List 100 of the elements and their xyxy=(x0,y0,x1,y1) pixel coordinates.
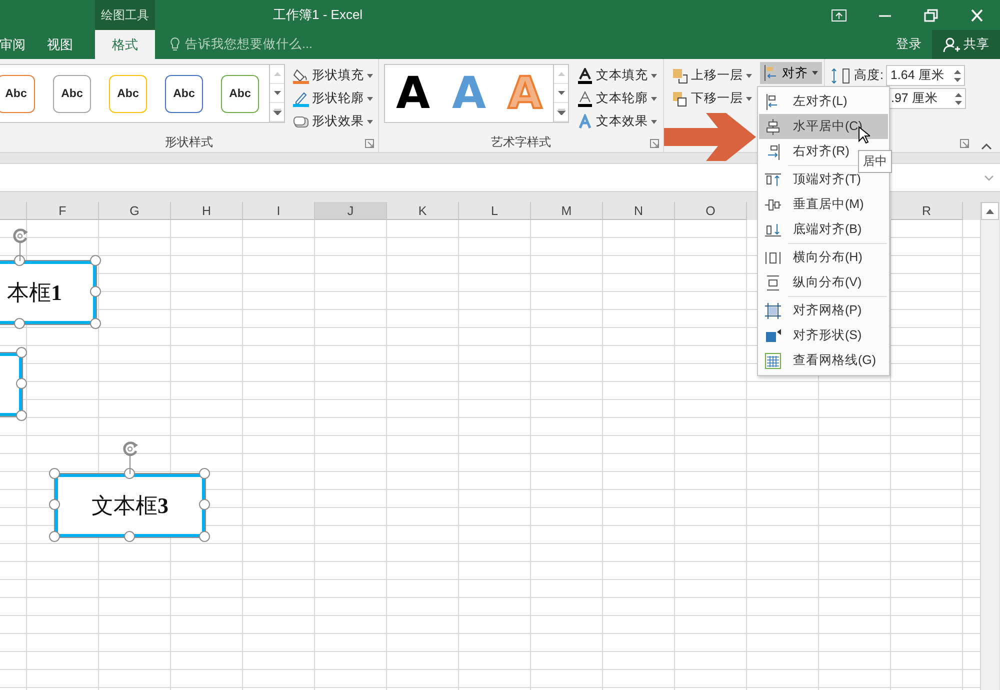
resize-handle[interactable] xyxy=(90,318,101,329)
resize-handle[interactable] xyxy=(16,410,27,421)
shape-effect-icon xyxy=(293,114,309,130)
shape-style-preset[interactable]: Abc xyxy=(109,74,147,112)
ribbon-tab[interactable]: 审阅 xyxy=(0,30,25,59)
height-icon xyxy=(831,68,851,84)
height-label: 高度: xyxy=(854,67,884,84)
text-box-label: 文本框3 xyxy=(92,492,168,520)
wordart-preset[interactable]: A xyxy=(385,68,441,119)
menu-item[interactable]: 左对齐(L) xyxy=(759,89,888,114)
ribbon-command[interactable]: 文本填充 xyxy=(575,64,659,87)
distribute-horizontal-icon xyxy=(765,250,781,266)
scroll-down-icon[interactable] xyxy=(556,90,566,96)
scroll-up-icon[interactable] xyxy=(986,208,994,214)
sign-in-link[interactable]: 登录 xyxy=(886,30,932,59)
lightbulb-icon xyxy=(170,37,180,52)
ribbon-command[interactable]: 文本轮廓 xyxy=(575,87,659,110)
gallery-more-icon[interactable] xyxy=(272,109,282,115)
ribbon-command[interactable]: 下移一层 xyxy=(670,87,754,110)
expand-formula-icon[interactable] xyxy=(984,174,994,180)
snap-to-grid-icon xyxy=(765,302,781,318)
vertical-scrollbar[interactable] xyxy=(980,202,999,690)
text-effect-icon xyxy=(577,114,593,130)
rotate-handle-icon[interactable] xyxy=(120,440,140,474)
context-tab-label: 绘图工具 xyxy=(95,0,155,30)
text-box-label: 本框1 xyxy=(7,278,62,306)
caret-icon xyxy=(651,96,657,100)
close-icon[interactable] xyxy=(969,8,985,22)
share-button[interactable]: 共享 xyxy=(932,30,1000,59)
menu-item[interactable]: 对齐形状(S) xyxy=(759,323,888,348)
resize-handle[interactable] xyxy=(16,347,27,358)
resize-handle[interactable] xyxy=(199,468,210,479)
align-right-icon xyxy=(765,144,781,160)
ribbon-tab[interactable]: 视图 xyxy=(25,30,95,59)
ribbon-command[interactable]: 形状轮廓 xyxy=(291,87,375,110)
ribbon-command[interactable]: 文本效果 xyxy=(575,110,659,133)
menu-item[interactable]: 对齐网格(P) xyxy=(759,298,888,323)
ribbon-display-icon[interactable] xyxy=(831,8,847,22)
paint-bucket-icon xyxy=(293,68,309,84)
resize-handle[interactable] xyxy=(90,286,101,297)
search-field[interactable]: 告诉我您想要做什么... xyxy=(185,36,312,53)
gallery-more-icon[interactable] xyxy=(556,109,566,115)
scroll-down-icon[interactable] xyxy=(272,90,282,96)
dialog-launcher-icon[interactable] xyxy=(365,139,374,148)
menu-item[interactable]: 横向分布(H) xyxy=(759,245,888,270)
caret-icon xyxy=(746,96,752,100)
resize-handle[interactable] xyxy=(49,468,60,479)
width-field[interactable]: .97 厘米 xyxy=(887,88,966,109)
group-label: 形状样式 xyxy=(165,134,213,150)
align-middle-icon xyxy=(765,196,781,212)
ribbon-tab[interactable]: 格式 xyxy=(95,30,155,59)
ribbon-command[interactable]: 上移一层 xyxy=(670,64,754,87)
caret-icon xyxy=(367,74,373,78)
align-center-icon xyxy=(765,118,781,134)
caret-icon xyxy=(367,120,373,124)
pen-icon xyxy=(293,90,309,106)
caret-icon xyxy=(651,120,657,124)
text-box[interactable]: 文本框3 xyxy=(55,474,205,537)
shape-style-preset[interactable]: Abc xyxy=(0,74,35,112)
menu-item[interactable]: 查看网格线(G) xyxy=(759,348,888,373)
menu-item[interactable]: 底端对齐(B) xyxy=(759,217,888,242)
menu-item[interactable]: 垂直居中(M) xyxy=(759,192,888,217)
column-header[interactable]: J xyxy=(315,202,387,220)
text-box[interactable] xyxy=(0,353,22,416)
send-backward-icon xyxy=(672,90,688,106)
shape-style-preset[interactable]: Abc xyxy=(53,74,91,112)
caret-icon xyxy=(812,71,818,75)
resize-handle[interactable] xyxy=(90,255,101,266)
gridlines-icon xyxy=(765,352,781,368)
resize-handle[interactable] xyxy=(16,378,27,389)
collapse-ribbon-icon[interactable] xyxy=(981,143,992,150)
resize-handle[interactable] xyxy=(49,499,60,510)
dialog-launcher-icon[interactable] xyxy=(960,139,969,148)
resize-handle[interactable] xyxy=(49,531,60,542)
ribbon-command[interactable]: 形状效果 xyxy=(291,110,375,133)
shape-style-preset[interactable]: Abc xyxy=(165,74,203,112)
align-top-icon xyxy=(765,172,781,188)
person-add-icon xyxy=(942,36,960,52)
resize-handle[interactable] xyxy=(199,499,210,510)
text-fill-icon xyxy=(577,68,593,84)
align-button[interactable]: 对齐 xyxy=(760,62,822,84)
spinner-icon xyxy=(955,92,962,104)
menu-item[interactable]: 纵向分布(V) xyxy=(759,270,888,295)
group-label: 艺术字样式 xyxy=(491,134,551,150)
shape-style-preset[interactable]: Abc xyxy=(221,74,259,112)
dialog-launcher-icon[interactable] xyxy=(650,139,659,148)
distribute-vertical-icon xyxy=(765,274,781,290)
resize-handle[interactable] xyxy=(124,531,135,542)
restore-icon[interactable] xyxy=(923,8,939,22)
window-title: 工作簿1 - Excel xyxy=(273,6,363,24)
tooltip: 居中 xyxy=(858,150,892,173)
height-field[interactable]: 1.64 厘米 xyxy=(886,65,966,86)
align-left-icon xyxy=(764,65,778,81)
text-outline-icon xyxy=(577,90,593,106)
spinner-icon xyxy=(954,70,962,82)
resize-handle[interactable] xyxy=(199,531,210,542)
ribbon-command[interactable]: 形状填充 xyxy=(291,64,375,87)
snap-to-shape-icon xyxy=(765,328,781,344)
text-box[interactable]: 本框1 xyxy=(0,261,96,324)
caret-icon xyxy=(746,74,752,78)
